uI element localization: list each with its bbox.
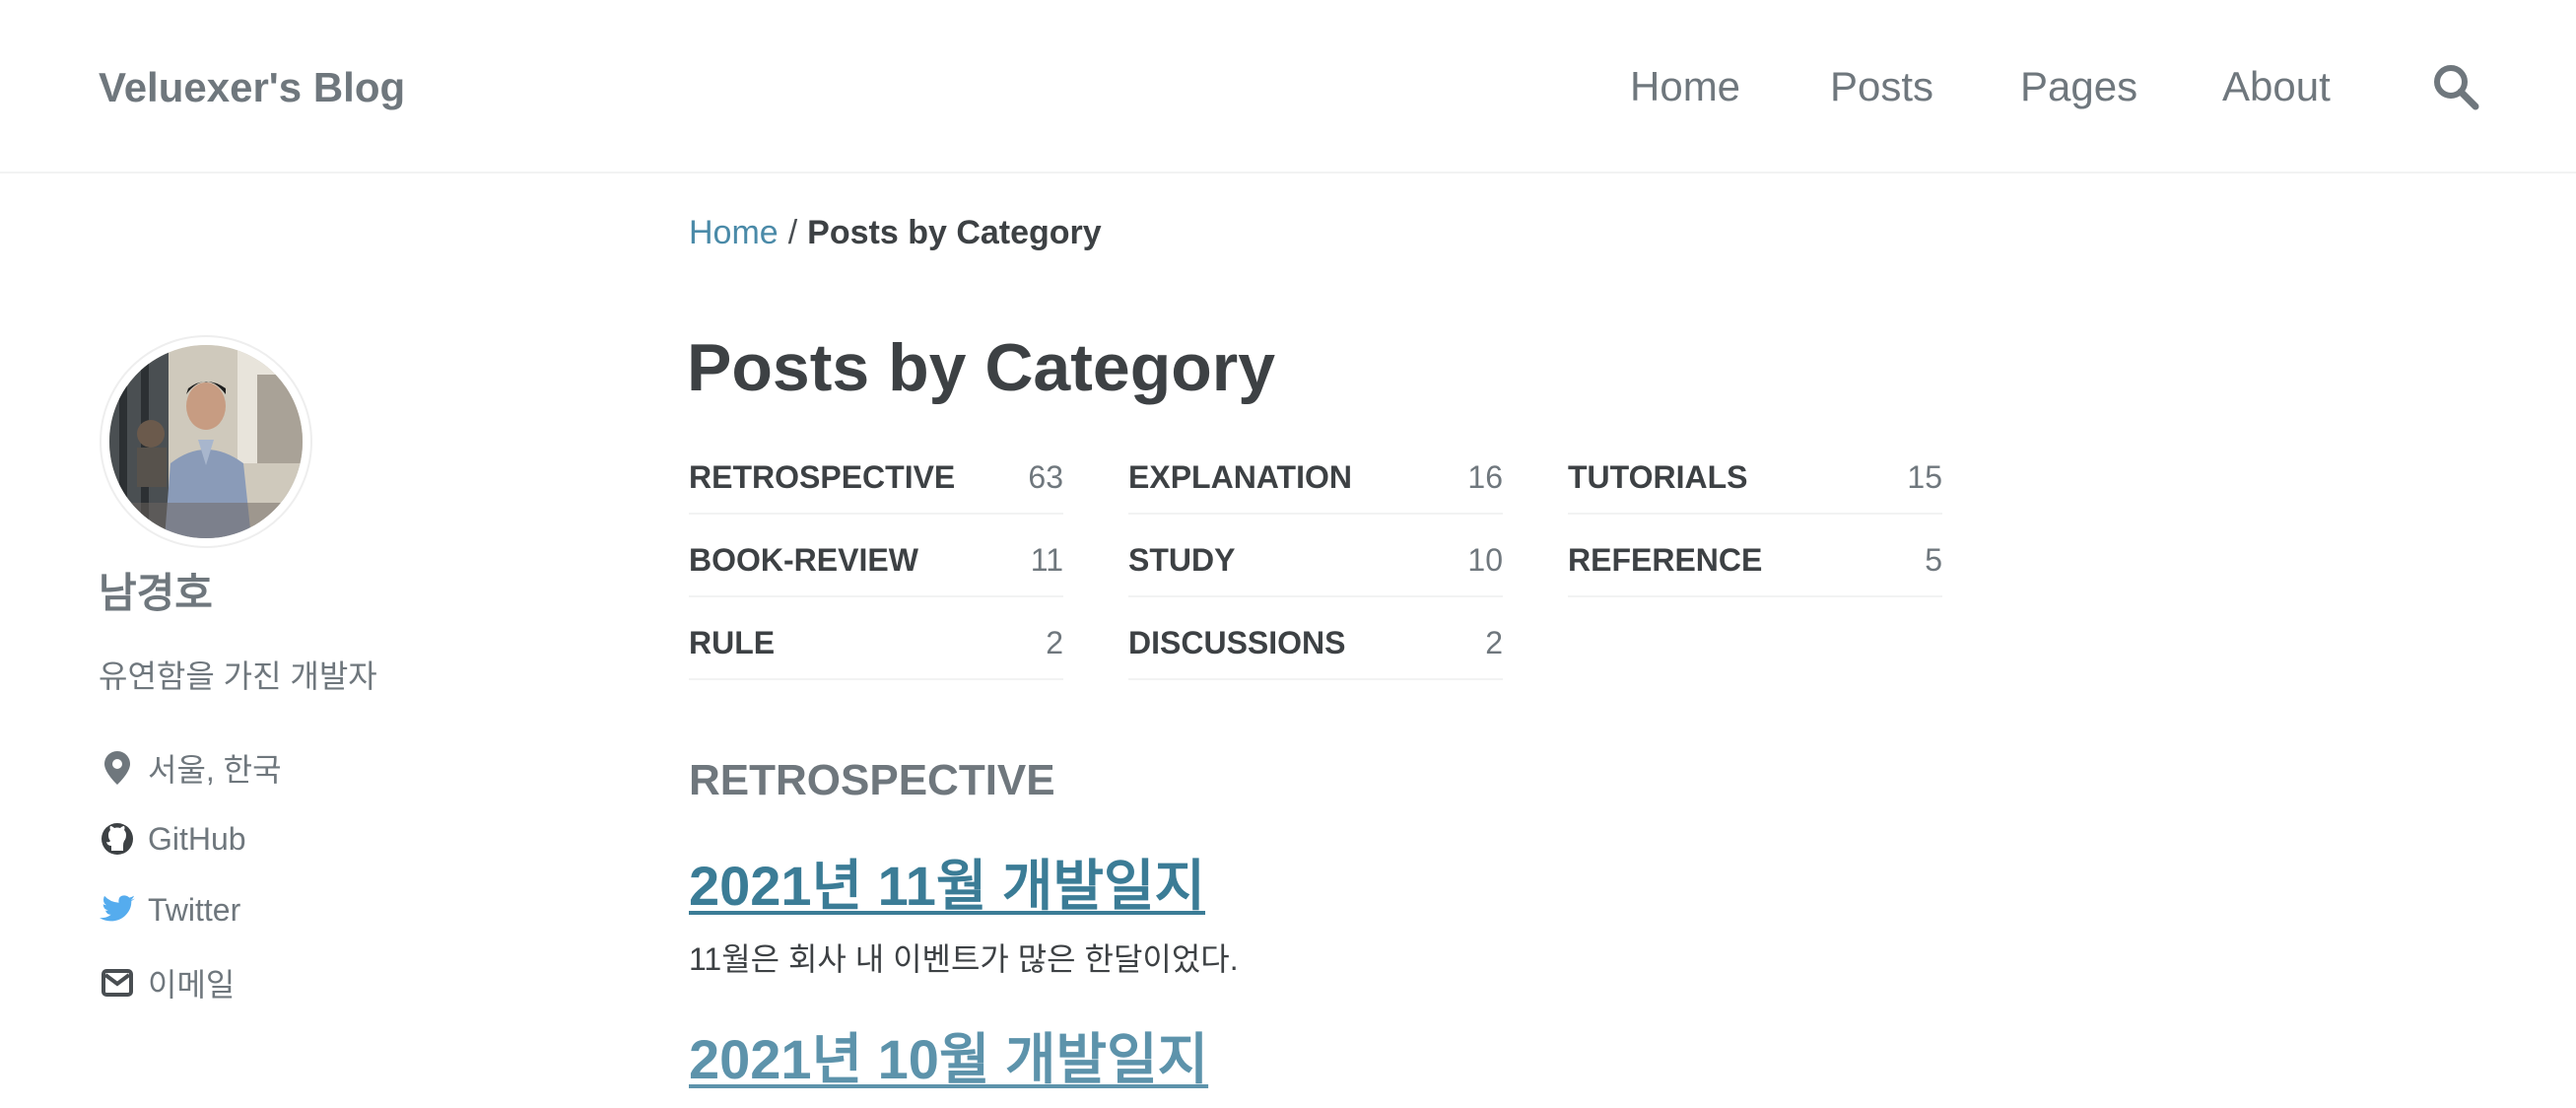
category-section-heading: RETROSPECTIVE <box>689 756 1055 804</box>
category-name: EXPLANATION <box>1128 459 1352 495</box>
page-title: Posts by Category <box>687 330 1276 405</box>
category-count: 2 <box>1046 625 1063 660</box>
category-count: 10 <box>1467 542 1503 578</box>
category-name: TUTORIALS <box>1568 459 1748 495</box>
category-link-study[interactable]: STUDY 10 <box>1128 534 1503 597</box>
site-title[interactable]: Veluexer's Blog <box>99 59 405 116</box>
author-github-label: GitHub <box>148 820 246 857</box>
category-name: STUDY <box>1128 542 1236 578</box>
category-link-rule[interactable]: RULE 2 <box>689 617 1063 680</box>
category-count: 16 <box>1467 459 1503 495</box>
nav-posts[interactable]: Posts <box>1830 57 1933 116</box>
category-link-explanation[interactable]: EXPLANATION 16 <box>1128 451 1503 515</box>
nav-about[interactable]: About <box>2222 57 2331 116</box>
breadcrumb-home-link[interactable]: Home <box>689 214 779 251</box>
category-link-retrospective[interactable]: RETROSPECTIVE 63 <box>689 451 1063 515</box>
twitter-icon <box>99 891 136 929</box>
category-count: 63 <box>1028 459 1063 495</box>
category-count: 5 <box>1925 542 1942 578</box>
author-location: 서울, 한국 <box>99 743 282 793</box>
post-title-link[interactable]: 2021년 11월 개발일지 <box>689 850 1205 923</box>
github-icon <box>99 820 136 858</box>
map-marker-icon <box>99 749 136 787</box>
category-count: 11 <box>1030 542 1063 578</box>
category-name: REFERENCE <box>1568 542 1763 578</box>
author-twitter-link[interactable]: Twitter <box>99 885 240 935</box>
category-count: 15 <box>1907 459 1942 495</box>
post-title-link[interactable]: 2021년 10월 개발일지 <box>689 1023 1208 1096</box>
category-name: BOOK-REVIEW <box>689 542 918 578</box>
avatar-photo <box>109 345 303 538</box>
nav-pages[interactable]: Pages <box>2020 57 2137 116</box>
nav-home[interactable]: Home <box>1630 57 1740 116</box>
category-name: RETROSPECTIVE <box>689 459 956 495</box>
author-name: 남경호 <box>99 570 213 616</box>
author-bio: 유연함을 가진 개발자 <box>99 658 377 694</box>
category-link-book-review[interactable]: BOOK-REVIEW 11 <box>689 534 1063 597</box>
breadcrumb-separator: / <box>787 214 798 251</box>
author-github-link[interactable]: GitHub <box>99 814 246 864</box>
category-count: 2 <box>1485 625 1503 660</box>
masthead: Veluexer's Blog Home Posts Pages About <box>0 0 2576 173</box>
post-excerpt: 11월은 회사 내 이벤트가 많은 한달이었다. <box>689 941 1239 977</box>
category-name: DISCUSSIONS <box>1128 625 1346 660</box>
author-twitter-label: Twitter <box>148 891 241 928</box>
category-link-reference[interactable]: REFERENCE 5 <box>1568 534 1942 597</box>
author-email-link[interactable]: 이메일 <box>99 958 235 1007</box>
breadcrumb-current: Posts by Category <box>807 214 1102 251</box>
category-link-discussions[interactable]: DISCUSSIONS 2 <box>1128 617 1503 680</box>
avatar <box>100 335 312 548</box>
category-link-tutorials[interactable]: TUTORIALS 15 <box>1568 451 1942 515</box>
envelope-icon <box>99 964 136 1002</box>
category-name: RULE <box>689 625 776 660</box>
author-email-label: 이메일 <box>148 967 236 1003</box>
breadcrumb: Home / Posts by Category <box>689 209 1102 256</box>
category-index: RETROSPECTIVE 63 EXPLANATION 16 TUTORIAL… <box>689 451 1942 688</box>
author-location-label: 서울, 한국 <box>148 752 282 788</box>
search-icon[interactable] <box>2430 61 2481 112</box>
